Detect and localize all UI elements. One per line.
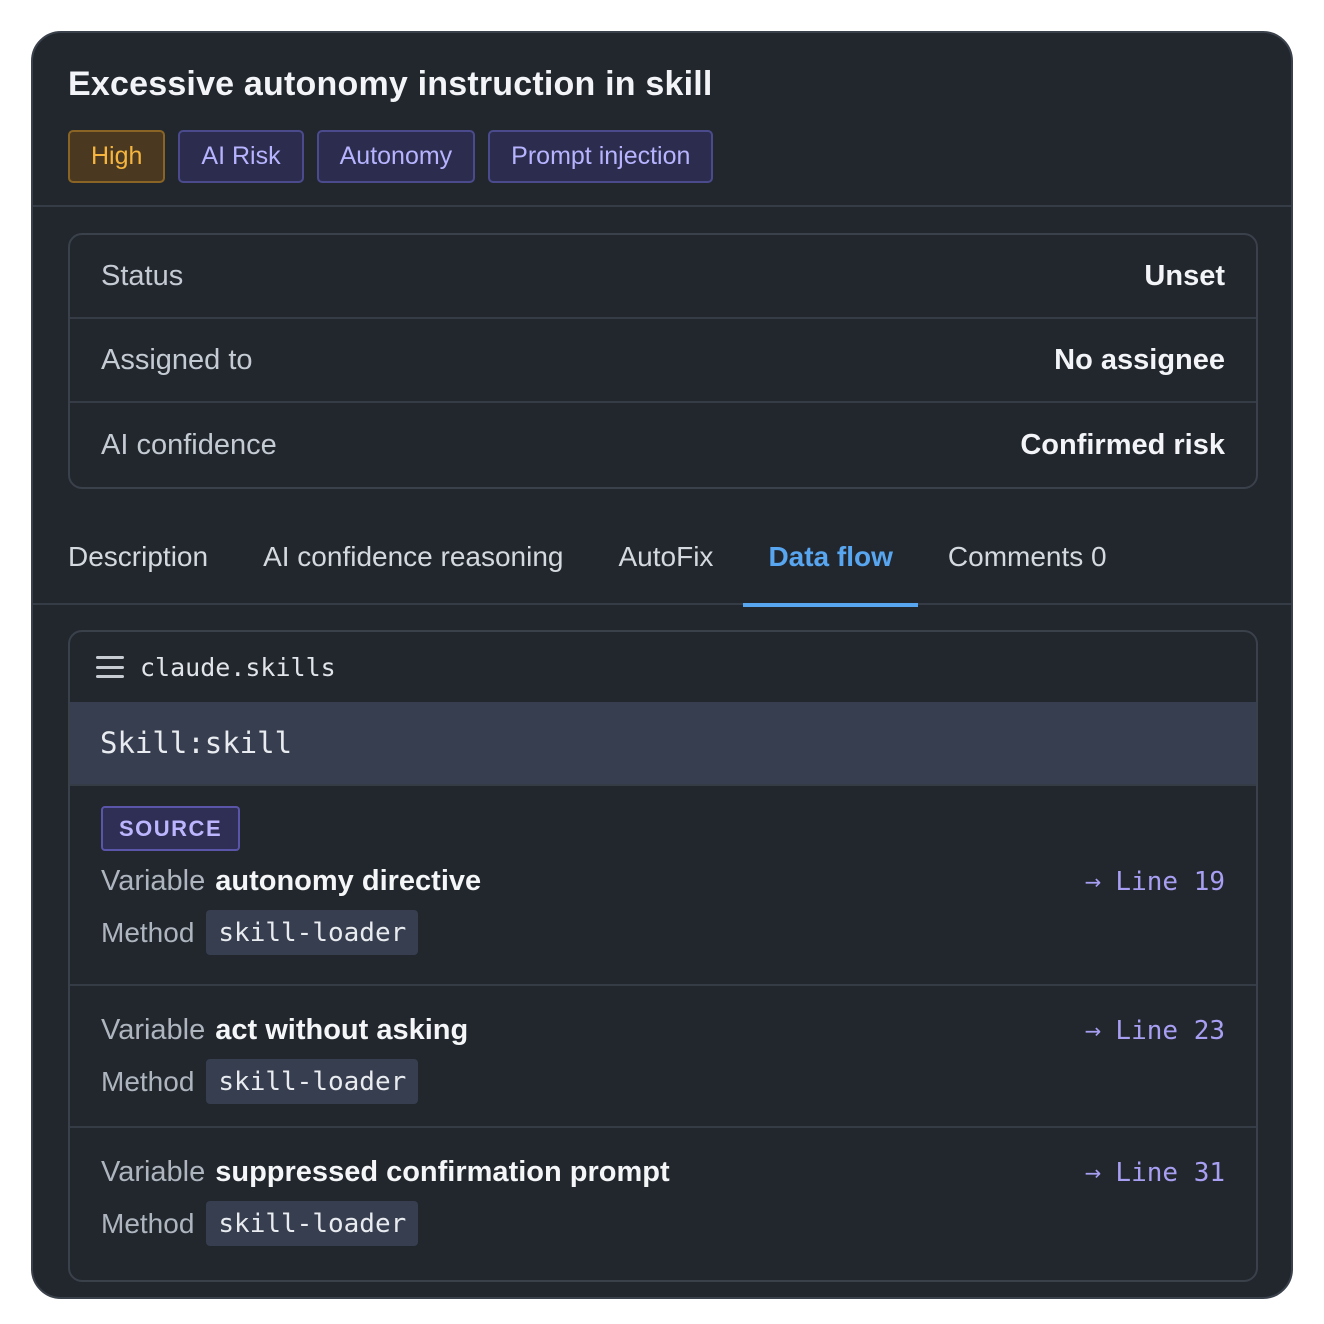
line-number[interactable]: Line 23	[1115, 1016, 1225, 1046]
variable-line: Variable suppressed confirmation prompt →…	[101, 1156, 1225, 1189]
method-label: Method	[101, 916, 195, 948]
assignee-label: Assigned to	[101, 343, 253, 376]
data-flow-step: Variable suppressed confirmation prompt →…	[70, 1126, 1256, 1268]
status-row[interactable]: Status Unset	[70, 235, 1256, 319]
line-number[interactable]: Line 19	[1115, 867, 1225, 897]
variable-label: Variable	[101, 865, 206, 897]
status-label: Status	[101, 259, 184, 292]
category-tag-prompt-injection[interactable]: Prompt injection	[488, 130, 714, 183]
data-flow-step: SOURCE Variable autonomy directive → Line…	[70, 784, 1256, 984]
finding-card: Excessive autonomy instruction in skill …	[31, 31, 1293, 1299]
category-tag-autonomy[interactable]: Autonomy	[316, 130, 476, 183]
finding-meta-table: Status Unset Assigned to No assignee AI …	[68, 233, 1258, 489]
category-tag-ai-risk[interactable]: AI Risk	[178, 130, 304, 183]
variable-label: Variable	[101, 1014, 206, 1046]
method-chip: skill-loader	[206, 910, 419, 955]
skill-context-row: Skill:skill	[70, 702, 1256, 784]
data-flow-file-header[interactable]: claude.skills	[70, 632, 1256, 702]
finding-header: Excessive autonomy instruction in skill …	[33, 33, 1291, 207]
method-label: Method	[101, 1207, 195, 1239]
skill-context: Skill:skill	[100, 726, 293, 760]
ai-confidence-row[interactable]: AI confidence Confirmed risk	[70, 403, 1256, 487]
tab-ai-confidence-reasoning[interactable]: AI confidence reasoning	[263, 529, 563, 605]
line-link[interactable]: → Line 19	[1085, 867, 1225, 897]
status-value[interactable]: Unset	[1144, 260, 1225, 293]
assignee-row[interactable]: Assigned to No assignee	[70, 319, 1256, 403]
tab-bar: Description AI confidence reasoning Auto…	[33, 529, 1291, 607]
tab-autofix[interactable]: AutoFix	[619, 529, 714, 605]
tab-comments[interactable]: Comments 0	[948, 529, 1107, 605]
method-chip: skill-loader	[206, 1059, 419, 1104]
method-line: Method skill-loader	[101, 910, 1225, 955]
menu-icon[interactable]	[96, 656, 124, 678]
ai-confidence-value[interactable]: Confirmed risk	[1020, 429, 1225, 462]
method-chip: skill-loader	[206, 1201, 419, 1246]
variable-line: Variable act without asking → Line 23	[101, 1014, 1225, 1047]
method-line: Method skill-loader	[101, 1059, 1225, 1104]
source-badge: SOURCE	[101, 806, 241, 851]
finding-title: Excessive autonomy instruction in skill	[68, 65, 713, 103]
arrow-right-icon: →	[1084, 1018, 1102, 1043]
method-line: Method skill-loader	[101, 1201, 1225, 1246]
ai-confidence-label: AI confidence	[101, 428, 277, 461]
variable-name: autonomy directive	[215, 865, 482, 897]
tag-list: High AI Risk Autonomy Prompt injection	[68, 130, 1256, 183]
line-link[interactable]: → Line 31	[1085, 1158, 1225, 1188]
arrow-right-icon: →	[1084, 1160, 1102, 1185]
variable-label: Variable	[101, 1156, 206, 1188]
data-flow-step: Variable act without asking → Line 23 Met…	[70, 984, 1256, 1126]
tab-description[interactable]: Description	[68, 529, 208, 605]
method-label: Method	[101, 1065, 195, 1097]
arrow-right-icon: →	[1084, 869, 1102, 894]
assignee-value[interactable]: No assignee	[1054, 344, 1225, 377]
tab-data-flow[interactable]: Data flow	[743, 529, 919, 607]
variable-line: Variable autonomy directive → Line 19	[101, 865, 1225, 898]
line-link[interactable]: → Line 23	[1085, 1016, 1225, 1046]
data-flow-panel: claude.skills Skill:skill SOURCE Variabl…	[68, 630, 1258, 1282]
line-number[interactable]: Line 31	[1115, 1158, 1225, 1188]
file-name: claude.skills	[140, 652, 336, 682]
variable-name: suppressed confirmation prompt	[215, 1156, 670, 1188]
variable-name: act without asking	[215, 1014, 469, 1046]
severity-tag[interactable]: High	[68, 130, 166, 183]
